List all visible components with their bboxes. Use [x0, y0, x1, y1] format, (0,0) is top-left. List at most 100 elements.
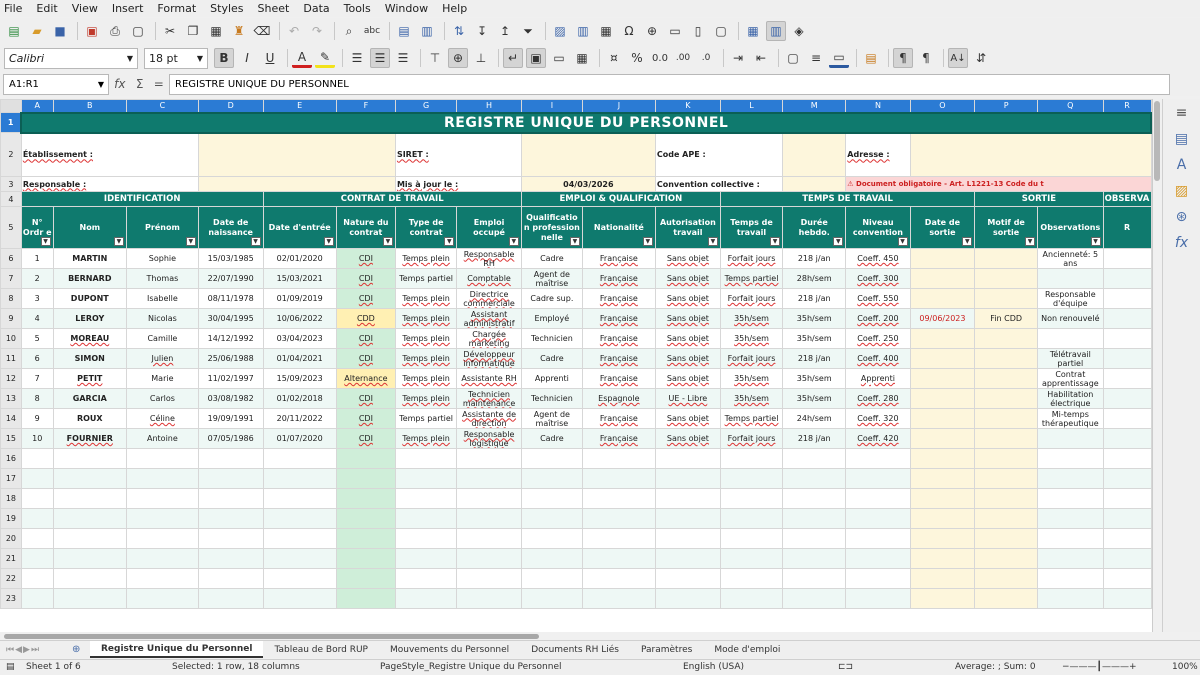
table-cell[interactable]: Sans objet — [654, 348, 721, 369]
table-cell[interactable] — [394, 488, 458, 509]
table-cell[interactable] — [394, 508, 458, 529]
table-cell[interactable]: Temps plein — [394, 348, 458, 369]
column-title[interactable]: Prénom ▼ — [125, 206, 199, 249]
scrollbar-thumb[interactable] — [4, 634, 539, 639]
column-header[interactable]: C — [125, 99, 199, 113]
table-cell[interactable]: Agent de maîtrise — [520, 408, 583, 429]
table-cell[interactable] — [654, 588, 721, 609]
table-cell[interactable]: Cadre — [520, 248, 583, 269]
table-cell[interactable] — [520, 548, 583, 569]
table-cell[interactable]: Temps plein — [394, 388, 458, 409]
table-cell[interactable] — [782, 548, 847, 569]
table-cell[interactable] — [394, 568, 458, 589]
sort-icon[interactable]: ⇅ — [449, 21, 469, 41]
column-header[interactable]: O — [909, 99, 976, 113]
italic-icon[interactable]: I — [237, 48, 257, 68]
menu-item-edit[interactable]: Edit — [36, 2, 57, 15]
table-cell[interactable]: 9 — [20, 408, 54, 429]
autofilter-dropdown-icon[interactable]: ▼ — [113, 237, 124, 246]
define-print-area-icon[interactable]: ▢ — [711, 21, 731, 41]
add-sheet-icon[interactable]: ⊕ — [72, 644, 90, 655]
menu-item-styles[interactable]: Styles — [210, 2, 243, 15]
table-cell[interactable]: Sans objet — [654, 248, 721, 269]
table-cell[interactable] — [520, 488, 583, 509]
autofilter-dropdown-icon[interactable]: ▼ — [185, 237, 196, 246]
table-cell[interactable]: 35h/sem — [782, 308, 847, 329]
table-cell[interactable]: 14/12/1992 — [197, 328, 264, 349]
table-cell[interactable]: Ancienneté: 5 ans — [1037, 248, 1104, 269]
table-cell[interactable] — [1037, 468, 1104, 489]
autofilter-dropdown-icon[interactable]: ▼ — [707, 237, 718, 246]
autofilter-dropdown-icon[interactable]: ▼ — [962, 237, 973, 246]
row-header[interactable]: 6 — [0, 248, 22, 269]
table-cell[interactable]: Coeff. 400 — [845, 348, 911, 369]
table-cell[interactable] — [197, 588, 264, 609]
table-cell[interactable] — [125, 488, 199, 509]
row-header[interactable]: 18 — [0, 488, 22, 509]
table-cell[interactable]: Directrice commerciale — [456, 288, 522, 309]
table-cell[interactable] — [1102, 388, 1152, 409]
print-icon[interactable]: ⎙ — [105, 21, 125, 41]
table-cell[interactable] — [974, 328, 1039, 349]
table-cell[interactable]: Camille — [125, 328, 199, 349]
column-title[interactable]: Nature du contrat ▼ — [335, 206, 396, 249]
border-color-icon[interactable]: ▭ — [829, 48, 849, 68]
column-title[interactable]: Nom ▼ — [52, 206, 127, 249]
table-cell[interactable] — [394, 588, 458, 609]
table-cell[interactable] — [1102, 428, 1152, 449]
bold-icon[interactable]: B — [214, 48, 234, 68]
table-cell[interactable]: Forfait jours — [719, 288, 784, 309]
insert-image-icon[interactable]: ▨ — [550, 21, 570, 41]
table-cell[interactable]: 15/03/1985 — [197, 248, 264, 269]
row-header[interactable]: 4 — [0, 191, 22, 207]
table-cell[interactable] — [974, 448, 1039, 469]
table-cell[interactable] — [456, 488, 522, 509]
responsable-label[interactable]: Responsable : — [20, 176, 199, 192]
table-cell[interactable]: 01/09/2019 — [262, 288, 337, 309]
table-cell[interactable]: 01/04/2021 — [262, 348, 337, 369]
table-cell[interactable] — [719, 588, 784, 609]
table-cell[interactable]: 35h/sem — [782, 388, 847, 409]
sheet-tab[interactable]: Mode d'emploi — [703, 641, 791, 658]
table-cell[interactable]: FOURNIER — [52, 428, 127, 449]
table-cell[interactable] — [1037, 568, 1104, 589]
table-cell[interactable] — [909, 508, 976, 529]
special-character-icon[interactable]: Ω — [619, 21, 639, 41]
table-cell[interactable]: Française — [581, 268, 656, 289]
table-cell[interactable]: MOREAU — [52, 328, 127, 349]
delete-decimal-icon[interactable]: .0 — [696, 48, 716, 68]
row-header[interactable]: 20 — [0, 528, 22, 549]
table-cell[interactable] — [1037, 548, 1104, 569]
table-cell[interactable]: Nicolas — [125, 308, 199, 329]
etablissement-label[interactable]: Établissement : — [20, 132, 199, 177]
properties-icon[interactable]: ▤ — [1175, 131, 1188, 147]
table-cell[interactable] — [782, 468, 847, 489]
table-cell[interactable] — [581, 508, 656, 529]
table-cell[interactable]: 218 j/an — [782, 428, 847, 449]
table-cell[interactable]: Contrat apprentissage — [1037, 368, 1104, 389]
row-header[interactable]: 17 — [0, 468, 22, 489]
table-cell[interactable]: Antoine — [125, 428, 199, 449]
autofilter-dropdown-icon[interactable]: ▼ — [323, 237, 334, 246]
table-cell[interactable] — [1037, 588, 1104, 609]
table-cell[interactable] — [974, 588, 1039, 609]
table-cell[interactable] — [845, 568, 911, 589]
table-cell[interactable] — [909, 328, 976, 349]
copy-icon[interactable]: ❐ — [183, 21, 203, 41]
table-cell[interactable] — [581, 488, 656, 509]
table-cell[interactable]: Sans objet — [654, 268, 721, 289]
split-window-icon[interactable]: ▥ — [766, 21, 786, 41]
table-cell[interactable] — [719, 508, 784, 529]
table-cell[interactable] — [335, 528, 396, 549]
column-title[interactable]: Autorisation travail ▼ — [654, 206, 721, 249]
row-header[interactable]: 11 — [0, 348, 22, 369]
sheet-tab[interactable]: Registre Unique du Personnel — [90, 641, 264, 658]
autofilter-dropdown-icon[interactable]: ▼ — [40, 237, 51, 246]
table-cell[interactable] — [719, 488, 784, 509]
table-cell[interactable] — [52, 528, 127, 549]
table-cell[interactable] — [197, 488, 264, 509]
table-cell[interactable] — [909, 568, 976, 589]
row-header[interactable]: 12 — [0, 368, 22, 389]
cut-icon[interactable]: ✂ — [160, 21, 180, 41]
table-cell[interactable] — [845, 488, 911, 509]
